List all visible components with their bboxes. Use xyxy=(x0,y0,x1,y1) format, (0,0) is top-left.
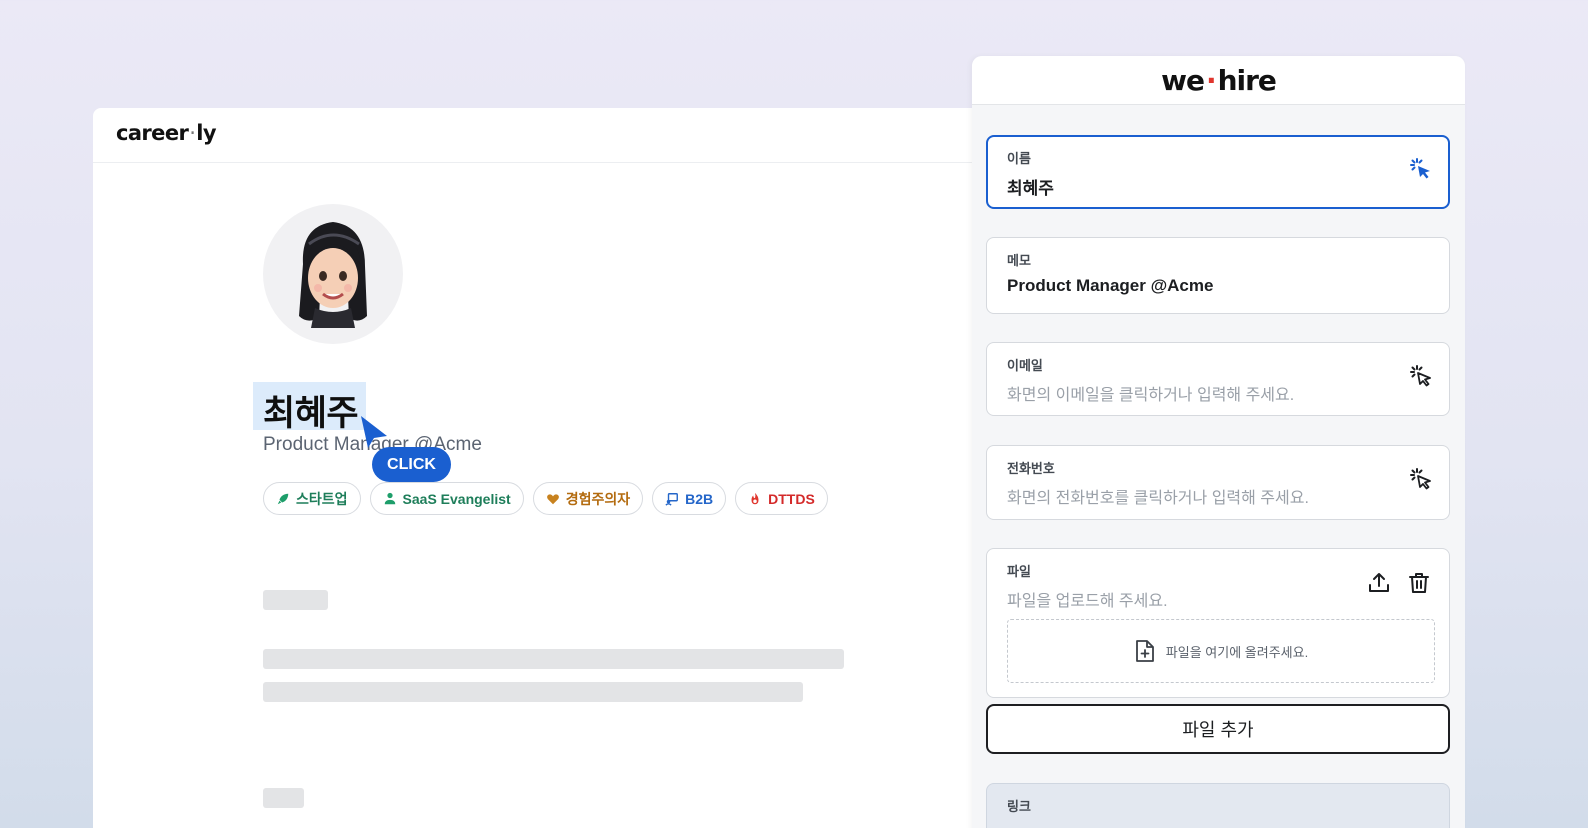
memo-input[interactable]: Product Manager @Acme xyxy=(1007,276,1213,296)
email-field[interactable]: 이메일 화면의 이메일을 클릭하거나 입력해 주세요. xyxy=(986,342,1450,416)
tag-startup[interactable]: 스타트업 xyxy=(263,482,361,515)
click-picker-icon[interactable] xyxy=(1409,157,1433,181)
skeleton-line xyxy=(263,649,844,669)
skeleton-heading xyxy=(263,788,304,808)
heart-icon xyxy=(546,493,559,504)
memo-field[interactable]: 메모 Product Manager @Acme xyxy=(986,237,1450,314)
careerly-logo[interactable]: career·ly xyxy=(116,121,217,145)
phone-input[interactable]: 화면의 전화번호를 클릭하거나 입력해 주세요. xyxy=(1007,484,1309,508)
link-field[interactable]: 링크 xyxy=(986,783,1450,828)
email-input[interactable]: 화면의 이메일을 클릭하거나 입력해 주세요. xyxy=(1007,381,1294,405)
skeleton-heading xyxy=(263,590,328,610)
wehire-header: we·hire xyxy=(972,56,1465,105)
rocket-icon xyxy=(277,493,289,504)
tag-saas-evangelist[interactable]: SaaS Evangelist xyxy=(369,482,524,515)
name-field[interactable]: 이름 최혜주 xyxy=(986,135,1450,209)
upload-icon[interactable] xyxy=(1367,571,1391,595)
person-hand-icon xyxy=(384,492,395,504)
tag-dttds[interactable]: DTTDS xyxy=(735,482,828,515)
mouse-cursor-icon xyxy=(361,416,387,448)
name-input[interactable]: 최혜주 xyxy=(1007,174,1054,199)
file-actions xyxy=(1367,571,1431,595)
click-picker-icon[interactable] xyxy=(1409,364,1433,388)
tag-b2b[interactable]: B2B xyxy=(652,482,727,515)
wehire-panel: we·hire 이름 최혜주 메모 Product Manager @Acme … xyxy=(972,56,1465,828)
trash-icon[interactable] xyxy=(1407,571,1431,595)
profile-tags: 스타트업 SaaS Evangelist 경험주의자 B2B DTTDS xyxy=(263,482,828,515)
fire-icon xyxy=(751,492,759,504)
phone-field[interactable]: 전화번호 화면의 전화번호를 클릭하거나 입력해 주세요. xyxy=(986,445,1450,520)
careerly-page: career·ly 최혜주 Product Manager @Acme CLIC… xyxy=(93,108,993,828)
avatar xyxy=(263,204,403,344)
file-placeholder: 파일을 업로드해 주세요. xyxy=(1007,593,1168,610)
memoji-avatar-icon xyxy=(299,222,367,328)
add-file-button[interactable]: 파일 추가 xyxy=(986,704,1450,754)
wehire-logo[interactable]: we·hire xyxy=(1161,64,1277,97)
careerly-header: career·ly xyxy=(93,108,993,163)
profile-name[interactable]: 최혜주 xyxy=(263,385,359,436)
handshake-icon xyxy=(665,492,679,506)
click-badge: CLICK xyxy=(372,447,451,482)
tag-empiricist[interactable]: 경험주의자 xyxy=(532,482,644,515)
file-field: 파일 파일을 업로드해 주세요. 파일을 여기에 올려주세요. xyxy=(986,548,1450,698)
file-dropzone[interactable]: 파일을 여기에 올려주세요. xyxy=(1007,619,1435,683)
skeleton-line xyxy=(263,682,803,702)
file-add-icon xyxy=(1135,640,1154,662)
click-picker-icon[interactable] xyxy=(1409,467,1433,491)
